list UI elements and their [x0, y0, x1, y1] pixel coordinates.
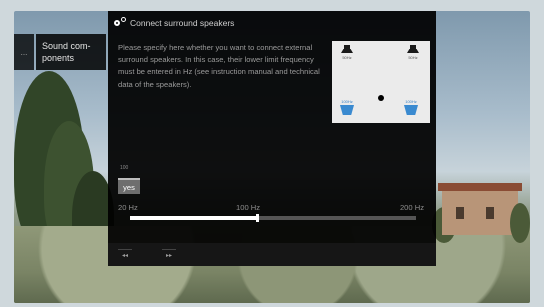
dialog-title-bar: Connect surround speakers	[114, 16, 234, 30]
side-menu-item-sound-components[interactable]: Sound com- ponents	[36, 34, 106, 70]
slider-fill	[130, 216, 257, 220]
slider-handle[interactable]	[256, 214, 259, 222]
farmhouse	[438, 183, 522, 235]
fast-forward-icon[interactable]: ▸▸	[162, 249, 176, 260]
rewind-icon[interactable]: ◂◂	[118, 249, 132, 260]
side-menu-item-label-line1: Sound com-	[42, 41, 91, 51]
dialog-title: Connect surround speakers	[130, 18, 235, 28]
speaker-layout-diagram: 50Hz 50Hz 100Hz 100Hz	[332, 41, 430, 123]
settings-icon	[114, 17, 126, 29]
listener-position-icon	[378, 95, 384, 101]
tick-label: 100 Hz	[236, 203, 261, 212]
front-left-speaker-label: 50Hz	[342, 55, 352, 60]
side-menu-item-label-line2: ponents	[42, 53, 75, 63]
tick-label: 20 Hz	[118, 203, 138, 212]
yes-option-button[interactable]: yes	[118, 178, 140, 194]
front-right-speaker-icon: 50Hz	[406, 45, 420, 60]
side-menu-previous-item[interactable]: ...	[14, 34, 34, 70]
surround-right-speaker-icon: 100Hz	[402, 99, 420, 115]
tree	[510, 203, 530, 243]
front-right-speaker-label: 50Hz	[408, 55, 418, 60]
frequency-scale: 20 Hz 100 Hz 200 Hz	[118, 203, 424, 213]
front-left-speaker-icon: 50Hz	[340, 45, 354, 60]
roof	[438, 183, 522, 191]
dialog-description: Please specify here whether you want to …	[118, 43, 320, 89]
value-indicator: 100	[120, 165, 129, 171]
surround-left-speaker-icon: 100Hz	[338, 99, 356, 115]
frequency-slider[interactable]	[130, 214, 416, 222]
surround-speakers-dialog: Connect surround speakers Please specify…	[108, 11, 436, 266]
dialog-footer: ◂◂ ▸▸	[108, 243, 436, 266]
window	[486, 207, 494, 219]
window	[456, 207, 464, 219]
side-menu: ... Sound com- ponents	[14, 34, 106, 70]
surround-left-speaker-label: 100Hz	[341, 99, 353, 104]
surround-right-speaker-label: 100Hz	[405, 99, 417, 104]
tick-label: 200 Hz	[399, 203, 424, 212]
